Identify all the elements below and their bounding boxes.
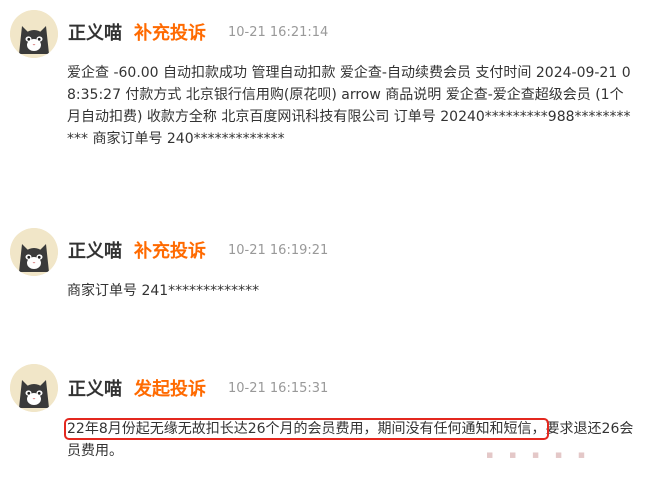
post-header: 正义喵 补充投诉 10-21 16:21:14	[68, 17, 328, 47]
author-name[interactable]: 正义喵	[68, 237, 122, 263]
highlighted-complaint-text: 22年8月份起无缘无故扣长达26个月的会员费用，期间没有任何通知和短信，	[64, 418, 549, 440]
post-content: 商家订单号 241*************	[67, 283, 260, 299]
author-name[interactable]: 正义喵	[68, 19, 122, 45]
cat-avatar-icon	[10, 10, 58, 58]
post-header: 正义喵 补充投诉 10-21 16:19:21	[68, 235, 328, 265]
watermark: ▪ ▪ ▪ ▪ ▪	[486, 448, 592, 461]
post-time: 10-21 16:21:14	[228, 24, 329, 40]
user-avatar[interactable]	[10, 364, 58, 412]
author-name[interactable]: 正义喵	[68, 375, 122, 401]
post-header: 正义喵 发起投诉 10-21 16:15:31	[68, 373, 328, 403]
cat-avatar-icon	[10, 228, 58, 276]
user-avatar[interactable]	[10, 10, 58, 58]
action-label: 补充投诉	[134, 23, 206, 44]
user-avatar[interactable]	[10, 228, 58, 276]
post-time: 10-21 16:15:31	[228, 380, 329, 396]
cat-avatar-icon	[10, 364, 58, 412]
action-label: 发起投诉	[134, 379, 206, 400]
post-content: 爱企查 -60.00 自动扣款成功 管理自动扣款 爱企查-自动续费会员 支付时间…	[67, 65, 631, 147]
post-time: 10-21 16:19:21	[228, 242, 329, 258]
action-label: 补充投诉	[134, 241, 206, 262]
